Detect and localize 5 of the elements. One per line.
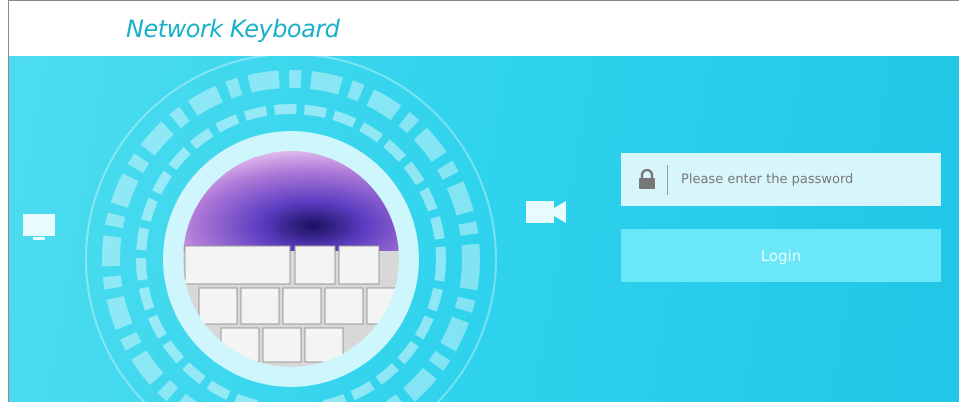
video-camera-icon (526, 201, 566, 223)
password-field[interactable]: Please enter the password (621, 153, 941, 206)
app-title: Network Keyboard (126, 14, 340, 42)
login-button[interactable]: Login (621, 229, 941, 282)
monitor-icon (23, 214, 55, 240)
